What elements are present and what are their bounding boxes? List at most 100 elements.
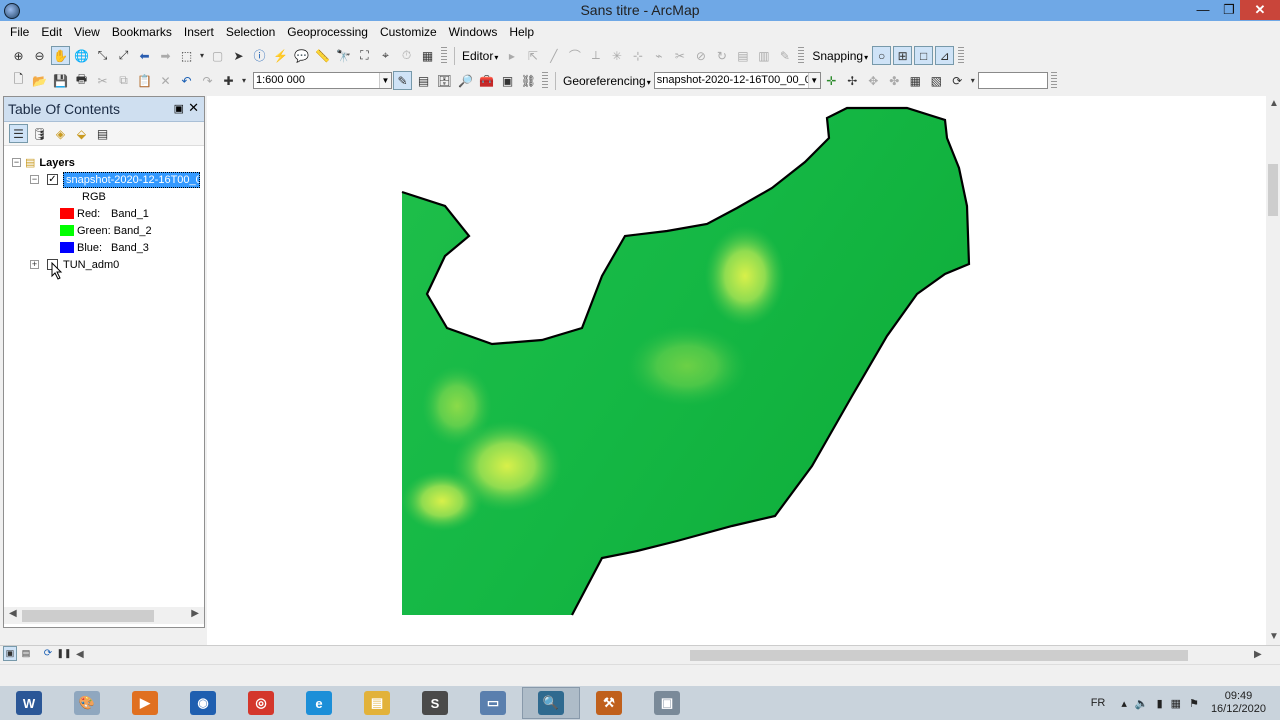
menu-bookmarks[interactable]: Bookmarks bbox=[106, 21, 178, 43]
scroll-right-icon[interactable]: ▶ bbox=[191, 608, 199, 619]
taskbar-app-button[interactable]: ◉ bbox=[174, 687, 232, 719]
rotate-georef-icon[interactable]: ✢ bbox=[843, 71, 862, 90]
end-snapping-icon[interactable]: ⊞ bbox=[893, 46, 913, 65]
taskbar-app-button[interactable]: e bbox=[290, 687, 348, 719]
scroll-thumb[interactable] bbox=[1268, 164, 1278, 216]
menu-geoprocessing[interactable]: Geoprocessing bbox=[281, 21, 374, 43]
paste-icon[interactable]: 📋 bbox=[135, 71, 154, 90]
zoom-in-icon[interactable]: ⊕ bbox=[9, 46, 28, 65]
network-icon[interactable]: ▦ bbox=[1171, 697, 1181, 710]
layer-row[interactable]: − ✓ snapshot-2020-12-16T00_00 bbox=[30, 171, 200, 188]
clock[interactable]: 09:49 16/12/2020 bbox=[1211, 690, 1266, 716]
select-elements-icon[interactable]: ➤ bbox=[229, 46, 248, 65]
close-button[interactable]: ✕ bbox=[1240, 0, 1280, 20]
clear-selection-icon[interactable]: ▢ bbox=[208, 46, 227, 65]
add-data-dropdown-icon[interactable]: ▾ bbox=[240, 71, 248, 90]
scroll-down-icon[interactable]: ▼ bbox=[1269, 631, 1279, 642]
sketch-properties-icon[interactable]: ▥ bbox=[754, 46, 773, 65]
edit-tool-icon[interactable]: ▸ bbox=[502, 46, 521, 65]
data-view-icon[interactable]: ▣ bbox=[3, 646, 17, 661]
menu-view[interactable]: View bbox=[68, 21, 106, 43]
taskbar-app-button[interactable]: W bbox=[0, 687, 58, 719]
map-scale-combobox[interactable]: 1:600 000 ▼ bbox=[253, 72, 392, 89]
map-horizontal-scroll-thumb[interactable] bbox=[690, 650, 1188, 661]
taskbar-app-button[interactable]: ▶ bbox=[116, 687, 174, 719]
layer-visibility-checkbox[interactable]: ✓ bbox=[47, 174, 58, 185]
cut-polygons-icon[interactable]: ✂ bbox=[670, 46, 689, 65]
power-icon[interactable]: ▮ bbox=[1157, 697, 1163, 710]
auto-adjust-icon[interactable]: ⟳ bbox=[948, 71, 967, 90]
redo-icon[interactable]: ↷ bbox=[198, 71, 217, 90]
python-window-icon[interactable]: ▣ bbox=[498, 71, 517, 90]
minimize-button[interactable]: — bbox=[1188, 0, 1218, 20]
layer-row[interactable]: + TUN_adm0 bbox=[30, 256, 119, 273]
scale-icon[interactable]: ✤ bbox=[885, 71, 904, 90]
band-row[interactable]: Blue: Band_3 bbox=[60, 239, 149, 256]
refresh-icon[interactable]: ⟳ bbox=[41, 646, 55, 661]
viewer-window-icon[interactable]: ▦ bbox=[418, 46, 437, 65]
auto-hide-icon[interactable]: ▣ bbox=[174, 102, 184, 115]
collapse-icon[interactable]: − bbox=[12, 158, 21, 167]
scroll-left-icon[interactable]: ◀ bbox=[76, 649, 84, 660]
menu-help[interactable]: Help bbox=[503, 21, 540, 43]
map-display[interactable] bbox=[207, 96, 1266, 645]
measure-icon[interactable]: 📏 bbox=[313, 46, 332, 65]
map-vertical-scrollbar[interactable]: ▲ ▼ bbox=[1266, 96, 1280, 645]
chevron-down-icon[interactable]: ▼ bbox=[379, 73, 391, 88]
layout-view-icon[interactable]: ▤ bbox=[19, 646, 33, 661]
taskbar-app-button[interactable]: S bbox=[406, 687, 464, 719]
scroll-right-icon[interactable]: ▶ bbox=[1254, 649, 1262, 660]
edge-snapping-icon[interactable]: ⊿ bbox=[935, 46, 955, 65]
model-builder-icon[interactable]: ⛓ bbox=[519, 71, 538, 90]
menu-edit[interactable]: Edit bbox=[35, 21, 68, 43]
menu-file[interactable]: File bbox=[4, 21, 35, 43]
vertex-snapping-icon[interactable]: □ bbox=[914, 46, 934, 65]
straight-segment-icon[interactable]: ╱ bbox=[544, 46, 563, 65]
list-by-visibility-icon[interactable]: ◈ bbox=[51, 124, 70, 143]
scroll-thumb[interactable] bbox=[22, 610, 154, 622]
back-extent-icon[interactable]: ⬅ bbox=[135, 46, 154, 65]
table-of-contents-icon[interactable]: ▤ bbox=[414, 71, 433, 90]
pan-icon[interactable]: ✋ bbox=[51, 46, 70, 65]
editor-menu[interactable]: Editor▾ bbox=[459, 49, 501, 63]
delete-icon[interactable]: ✕ bbox=[156, 71, 175, 90]
search-window-icon[interactable]: 🔎 bbox=[456, 71, 475, 90]
zoom-out-icon[interactable]: ⊖ bbox=[30, 46, 49, 65]
select-dropdown-icon[interactable]: ▾ bbox=[198, 46, 206, 65]
taskbar-app-button[interactable]: 🎨 bbox=[58, 687, 116, 719]
expand-icon[interactable]: + bbox=[30, 260, 39, 269]
split-icon[interactable]: ⊘ bbox=[691, 46, 710, 65]
toolbar-grip-icon[interactable] bbox=[958, 46, 965, 65]
edit-vertices-icon[interactable]: ⊹ bbox=[628, 46, 647, 65]
point-icon[interactable]: ✳ bbox=[607, 46, 626, 65]
menu-windows[interactable]: Windows bbox=[443, 21, 504, 43]
add-data-icon[interactable]: ✚ bbox=[219, 71, 238, 90]
pause-drawing-icon[interactable]: ❚❚ bbox=[56, 646, 71, 661]
html-popup-icon[interactable]: 💬 bbox=[292, 46, 311, 65]
editor-toolbar-icon[interactable]: ✎ bbox=[393, 71, 412, 90]
edit-annotation-icon[interactable]: ⇱ bbox=[523, 46, 542, 65]
collapse-icon[interactable]: − bbox=[30, 175, 39, 184]
menu-insert[interactable]: Insert bbox=[178, 21, 220, 43]
layer-name-label[interactable]: TUN_adm0 bbox=[63, 259, 119, 271]
arctoolbox-icon[interactable]: 🧰 bbox=[477, 71, 496, 90]
identify-icon[interactable]: ⓘ bbox=[250, 46, 269, 65]
cut-icon[interactable]: ✂ bbox=[93, 71, 112, 90]
attributes-icon[interactable]: ▤ bbox=[733, 46, 752, 65]
menu-customize[interactable]: Customize bbox=[374, 21, 443, 43]
print-icon[interactable]: 🖶 bbox=[72, 71, 91, 90]
reshape-icon[interactable]: ⌁ bbox=[649, 46, 668, 65]
menu-selection[interactable]: Selection bbox=[220, 21, 281, 43]
scroll-left-icon[interactable]: ◀ bbox=[9, 608, 17, 619]
trace-icon[interactable]: ⟂ bbox=[586, 46, 605, 65]
show-hidden-icons-icon[interactable]: ▴ bbox=[1121, 697, 1127, 710]
find-icon[interactable]: 🔭 bbox=[334, 46, 353, 65]
taskbar-app-button[interactable]: 🔍 bbox=[522, 687, 580, 719]
fixed-zoom-in-icon[interactable]: ⤡ bbox=[93, 46, 112, 65]
point-snapping-icon[interactable]: ○ bbox=[872, 46, 892, 65]
copy-icon[interactable]: ⧉ bbox=[114, 71, 133, 90]
georeferencing-menu[interactable]: Georeferencing▾ bbox=[560, 74, 654, 88]
go-to-xy-icon[interactable]: ⌖ bbox=[376, 46, 395, 65]
snapping-menu[interactable]: Snapping▾ bbox=[809, 49, 871, 63]
toolbar-grip-icon[interactable] bbox=[542, 71, 548, 90]
